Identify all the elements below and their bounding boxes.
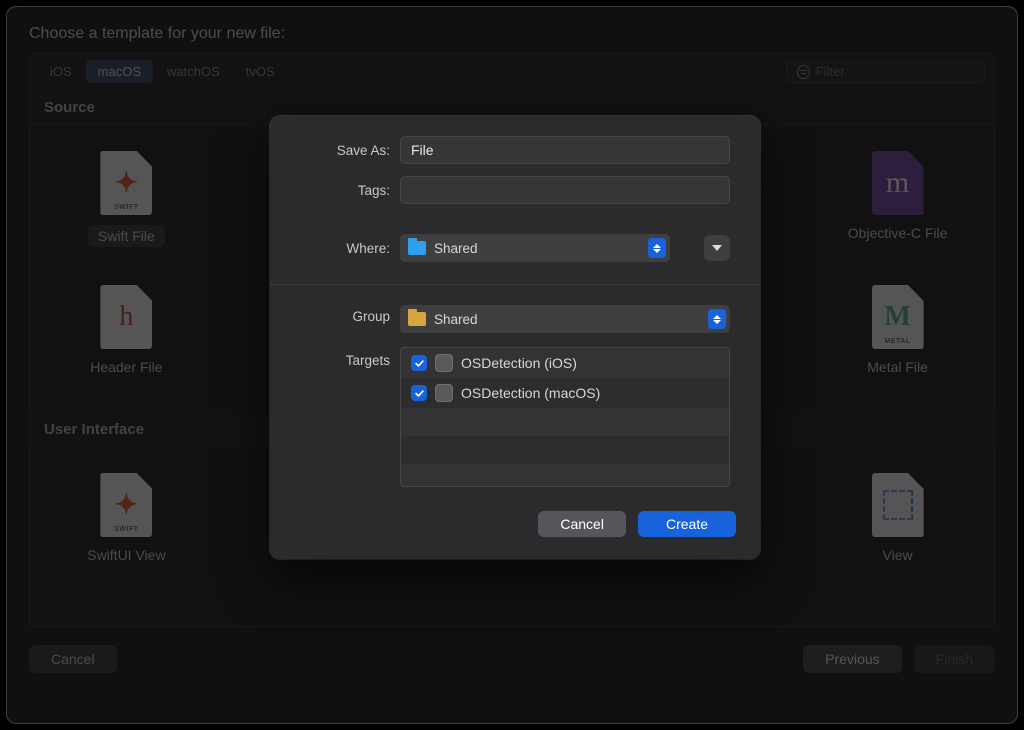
filter-icon [797,65,810,79]
tab-tvos[interactable]: tvOS [234,60,287,83]
checkbox-checked-icon[interactable] [411,385,427,401]
app-icon [435,384,453,402]
folder-icon [408,312,426,326]
swift-file-icon: ✦ SWIFT [100,151,152,215]
targets-label: Targets [300,347,390,368]
metal-file-icon: M METAL [872,285,924,349]
tab-watchos[interactable]: watchOS [155,60,232,83]
checkbox-checked-icon[interactable] [411,355,427,371]
swiftui-view-icon: ✦ SWIFT [100,473,152,537]
template-label: Metal File [867,359,928,375]
tags-input[interactable] [400,176,730,204]
save-dialog-top: Save As: Tags: Where: Shared [270,116,760,285]
finish-button[interactable]: Finish [914,645,995,673]
save-dialog-actions: Cancel Create [270,503,760,559]
group-label: Group [300,305,390,324]
target-row-empty [401,436,729,464]
save-as-label: Save As: [300,143,390,158]
group-select[interactable]: Shared [400,305,730,333]
previous-button[interactable]: Previous [803,645,901,673]
target-name: OSDetection (macOS) [461,385,600,401]
where-stepper-icon [648,238,666,258]
template-footer: Cancel Previous Finish [29,645,995,673]
save-dialog: Save As: Tags: Where: Shared Group Share… [270,116,760,559]
template-swiftui-view[interactable]: ✦ SWIFT SwiftUI View [30,457,223,585]
group-value: Shared [434,312,478,327]
template-label: View [883,547,913,563]
save-dialog-bottom: Group Shared Targets OSDetection (iOS) [270,285,760,503]
template-label: SwiftUI View [87,547,165,563]
view-file-icon [872,473,924,537]
targets-list: OSDetection (iOS) OSDetection (macOS) [400,347,730,487]
app-icon [435,354,453,372]
template-objc-file[interactable]: m Objective-C File [801,135,994,269]
where-value: Shared [434,241,478,256]
target-row[interactable]: OSDetection (macOS) [401,378,729,408]
filter-input[interactable] [816,64,975,79]
tab-macos[interactable]: macOS [86,60,153,83]
chevron-down-icon [712,245,722,251]
objc-file-icon: m [872,151,924,215]
window-heading: Choose a template for your new file: [29,25,995,43]
save-cancel-button[interactable]: Cancel [538,511,626,537]
header-file-icon: h [100,285,152,349]
filter-field-wrap[interactable] [786,60,986,83]
tags-label: Tags: [300,183,390,198]
save-as-input[interactable] [400,136,730,164]
template-label: Header File [90,359,162,375]
cancel-button[interactable]: Cancel [29,645,117,673]
template-header-file[interactable]: h Header File [30,269,223,397]
template-view[interactable]: View [801,457,994,585]
template-swift-file[interactable]: ✦ SWIFT Swift File [30,135,223,269]
platform-tab-bar: iOS macOS watchOS tvOS [29,53,995,89]
expand-chevron-button[interactable] [704,235,730,261]
where-label: Where: [300,241,390,256]
template-metal-file[interactable]: M METAL Metal File [801,269,994,397]
target-row[interactable]: OSDetection (iOS) [401,348,729,378]
folder-icon [408,241,426,255]
template-label: Objective-C File [848,225,948,241]
target-row-empty [401,464,729,487]
save-create-button[interactable]: Create [638,511,736,537]
where-select[interactable]: Shared [400,234,670,262]
template-label: Swift File [88,225,165,247]
target-row-empty [401,408,729,436]
group-stepper-icon [708,309,726,329]
target-name: OSDetection (iOS) [461,355,577,371]
tab-ios[interactable]: iOS [38,60,84,83]
